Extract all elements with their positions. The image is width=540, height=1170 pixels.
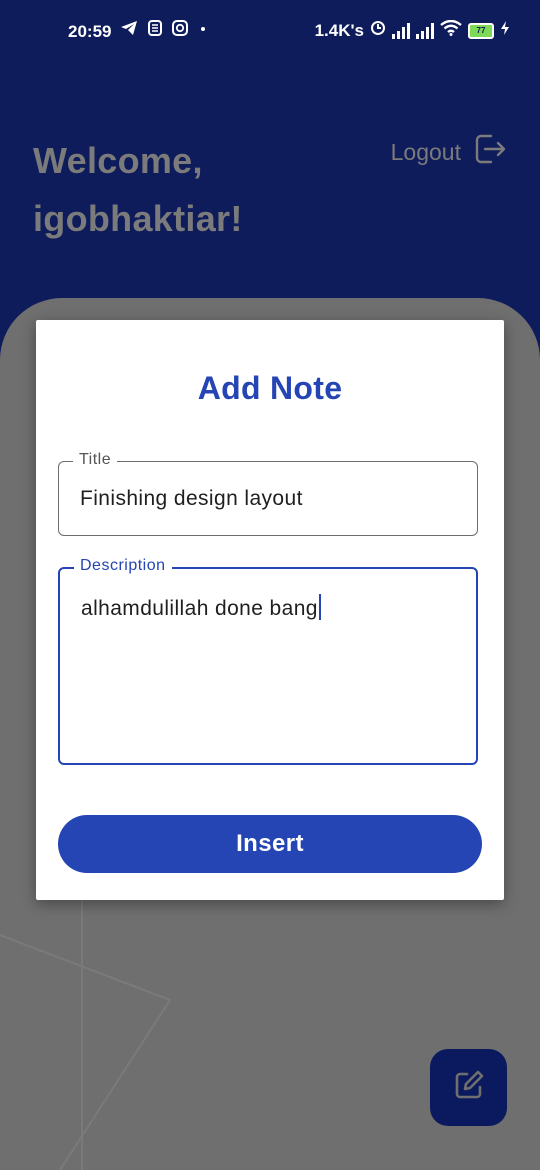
add-note-fab[interactable] bbox=[430, 1049, 507, 1126]
dialog-title: Add Note bbox=[197, 370, 343, 406]
title-field-label: Title bbox=[73, 451, 118, 469]
title-field[interactable]: Title Finishing design layout bbox=[58, 451, 478, 536]
add-note-dialog: Add Note Title Finishing design layout D… bbox=[36, 320, 504, 900]
description-field-label: Description bbox=[74, 557, 172, 575]
description-field-value-wrap[interactable]: alhamdulillah done bang bbox=[81, 594, 321, 621]
edit-icon bbox=[451, 1067, 487, 1108]
title-field-value[interactable]: Finishing design layout bbox=[80, 487, 303, 511]
text-caret bbox=[318, 594, 321, 620]
description-field[interactable]: Description alhamdulillah done bang bbox=[58, 557, 478, 765]
insert-button[interactable]: Insert bbox=[58, 815, 482, 873]
description-field-value: alhamdulillah done bang bbox=[81, 597, 318, 620]
